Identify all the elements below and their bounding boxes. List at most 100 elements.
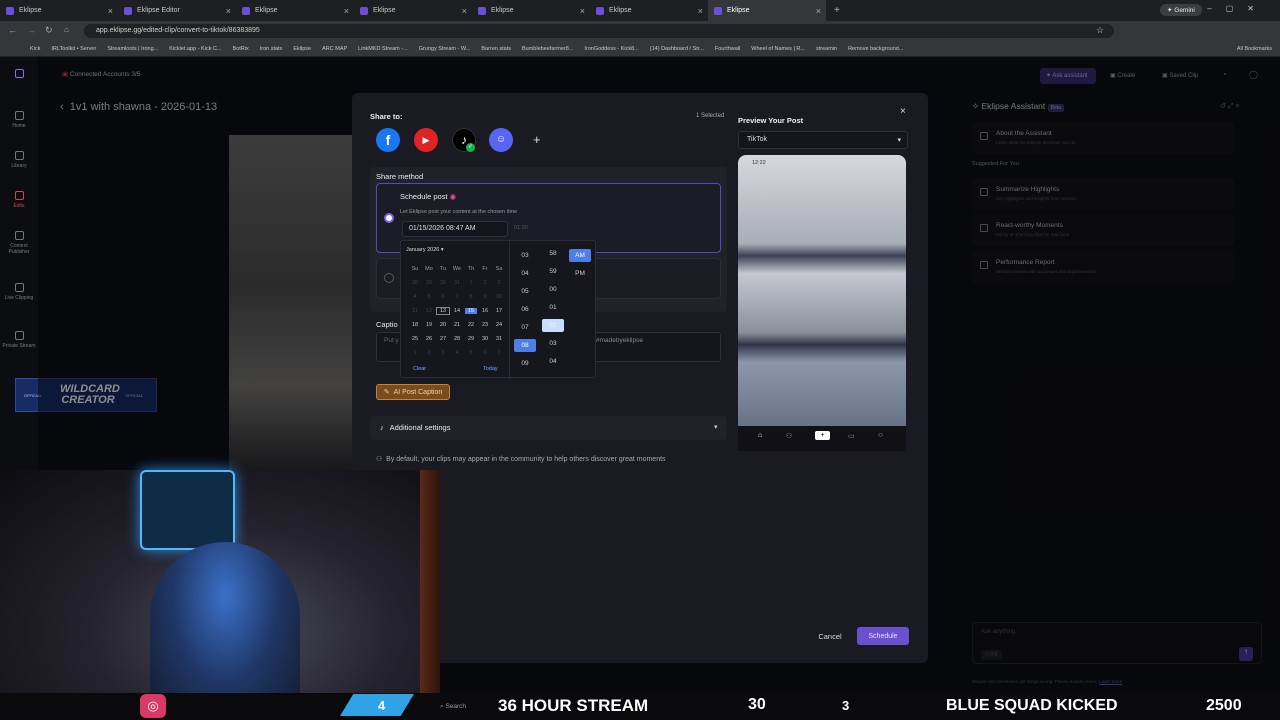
- bookmark-item[interactable]: Streamloots | Irong...: [107, 46, 158, 52]
- browser-tab[interactable]: Eklipse Editor ×: [118, 0, 236, 21]
- sidebar-item-content-publisher[interactable]: Content Publisher: [0, 231, 38, 255]
- home-icon[interactable]: ⌂: [64, 25, 69, 34]
- sidebar-item-live-clipping[interactable]: Live Clipping: [0, 283, 38, 301]
- hour-option-selected[interactable]: 08: [514, 339, 536, 352]
- bookmark-star-icon[interactable]: ☆: [1096, 25, 1104, 36]
- calendar-day[interactable]: 3: [493, 280, 505, 286]
- calendar-day[interactable]: 18: [409, 322, 421, 328]
- calendar-day[interactable]: 28: [451, 336, 463, 342]
- platform-select[interactable]: TikTok ▾: [738, 131, 908, 149]
- calendar-day[interactable]: 29: [465, 336, 477, 342]
- new-tab-icon[interactable]: +: [834, 5, 840, 16]
- calendar-day[interactable]: 26: [423, 336, 435, 342]
- minute-option[interactable]: 00: [542, 283, 564, 296]
- close-tab-icon[interactable]: ×: [108, 6, 113, 16]
- bookmark-item[interactable]: Fourthwall: [715, 46, 740, 52]
- youtube-icon[interactable]: ▶: [414, 128, 438, 152]
- back-icon[interactable]: ←: [8, 25, 17, 35]
- schedule-button[interactable]: Schedule: [857, 627, 909, 645]
- calendar-day[interactable]: 17: [493, 308, 505, 314]
- calendar-day[interactable]: 24: [493, 322, 505, 328]
- calendar-day[interactable]: 30: [437, 280, 449, 286]
- calendar-day[interactable]: 10: [493, 294, 505, 300]
- browser-tab[interactable]: Eklipse ×: [590, 0, 708, 21]
- calendar-day[interactable]: 27: [437, 336, 449, 342]
- calendar-day[interactable]: 30: [479, 336, 491, 342]
- bookmark-all[interactable]: All Bookmarks: [1237, 46, 1272, 52]
- bookmark-item[interactable]: Remove background...: [848, 46, 903, 52]
- minute-option[interactable]: 04: [542, 355, 564, 368]
- sidebar-item-library[interactable]: Library: [0, 151, 38, 169]
- bookmark-item[interactable]: ARC MAP: [322, 46, 347, 52]
- calendar-day[interactable]: 31: [493, 336, 505, 342]
- calendar-day[interactable]: 14: [451, 308, 463, 314]
- post-now-radio[interactable]: [384, 273, 394, 283]
- calendar-day[interactable]: 3: [437, 350, 449, 356]
- calendar-day[interactable]: 1: [409, 350, 421, 356]
- calendar-day[interactable]: 9: [479, 294, 491, 300]
- calendar-day[interactable]: 4: [451, 350, 463, 356]
- close-tab-icon[interactable]: ×: [816, 6, 821, 16]
- calendar-day[interactable]: 23: [479, 322, 491, 328]
- close-tab-icon[interactable]: ×: [226, 6, 231, 16]
- sidebar-item-private-stream[interactable]: Private Stream: [0, 331, 38, 349]
- calendar-day[interactable]: 4: [409, 294, 421, 300]
- browser-tab-active[interactable]: Eklipse ×: [708, 0, 826, 21]
- close-tab-icon[interactable]: ×: [698, 6, 703, 16]
- calendar-day[interactable]: 7: [451, 294, 463, 300]
- chevron-down-icon[interactable]: ▾: [714, 423, 718, 431]
- browser-tab[interactable]: Eklipse ×: [354, 0, 472, 21]
- calendar-day[interactable]: 31: [451, 280, 463, 286]
- close-tab-icon[interactable]: ×: [344, 6, 349, 16]
- calendar-day[interactable]: 2: [423, 350, 435, 356]
- bookmark-item[interactable]: Wheel of Names | R...: [751, 46, 805, 52]
- today-button[interactable]: Today: [483, 366, 498, 372]
- schedule-radio[interactable]: [384, 213, 394, 223]
- bookmark-item[interactable]: (14) Dashboard / Str...: [650, 46, 704, 52]
- close-tab-icon[interactable]: ×: [462, 6, 467, 16]
- calendar-day[interactable]: 7: [493, 350, 505, 356]
- calendar-day[interactable]: 2: [479, 280, 491, 286]
- url-field[interactable]: app.eklipse.gg/edited-clip/convert-to-ti…: [84, 24, 1114, 38]
- ampm-option[interactable]: PM: [569, 267, 591, 280]
- close-modal-icon[interactable]: ×: [900, 106, 906, 117]
- calendar-day-today[interactable]: 13: [436, 307, 450, 315]
- minute-option[interactable]: 03: [542, 337, 564, 350]
- calendar-day[interactable]: 5: [465, 350, 477, 356]
- hour-option[interactable]: 03: [514, 249, 536, 262]
- minute-option[interactable]: 01: [542, 301, 564, 314]
- hour-option[interactable]: 09: [514, 357, 536, 370]
- facebook-icon[interactable]: f: [376, 128, 400, 152]
- ai-post-caption-button[interactable]: ✎ AI Post Caption: [376, 384, 450, 400]
- sidebar-item-home[interactable]: Home: [0, 111, 38, 129]
- calendar-day[interactable]: 20: [437, 322, 449, 328]
- hour-option[interactable]: 06: [514, 303, 536, 316]
- minute-option[interactable]: 58: [542, 247, 564, 260]
- bookmark-item[interactable]: IronGoddess - Kick8...: [584, 46, 638, 52]
- close-tab-icon[interactable]: ×: [580, 6, 585, 16]
- bookmark-item[interactable]: Grungy Stream - W...: [419, 46, 471, 52]
- calendar-day[interactable]: 29: [423, 280, 435, 286]
- bookmark-item[interactable]: Iron stats: [260, 46, 283, 52]
- ampm-option-selected[interactable]: AM: [569, 249, 591, 262]
- clear-button[interactable]: Clear: [413, 366, 426, 372]
- bookmark-item[interactable]: Kick: [30, 46, 40, 52]
- discord-icon[interactable]: ☺: [489, 128, 513, 152]
- bookmark-item[interactable]: streamin: [816, 46, 837, 52]
- schedule-datetime-input[interactable]: 01/15/2026 08:47 AM: [402, 221, 508, 237]
- calendar-day[interactable]: 12: [423, 308, 435, 314]
- browser-tab[interactable]: Eklipse ×: [236, 0, 354, 21]
- calendar-day[interactable]: 6: [437, 294, 449, 300]
- hour-option[interactable]: 04: [514, 267, 536, 280]
- calendar-day-selected[interactable]: 15: [465, 308, 477, 314]
- add-account-icon[interactable]: +: [533, 132, 541, 147]
- calendar-month-select[interactable]: January 2026 ▾: [406, 247, 444, 253]
- hour-option[interactable]: 05: [514, 285, 536, 298]
- bookmark-item[interactable]: Eklipse: [293, 46, 311, 52]
- calendar-day[interactable]: 11: [409, 308, 421, 314]
- bookmark-item[interactable]: Barren stats: [481, 46, 511, 52]
- bookmark-item[interactable]: LinkMKD Stream -...: [358, 46, 408, 52]
- hour-option[interactable]: 07: [514, 321, 536, 334]
- browser-tab[interactable]: Eklipse ×: [472, 0, 590, 21]
- calendar-day[interactable]: 5: [423, 294, 435, 300]
